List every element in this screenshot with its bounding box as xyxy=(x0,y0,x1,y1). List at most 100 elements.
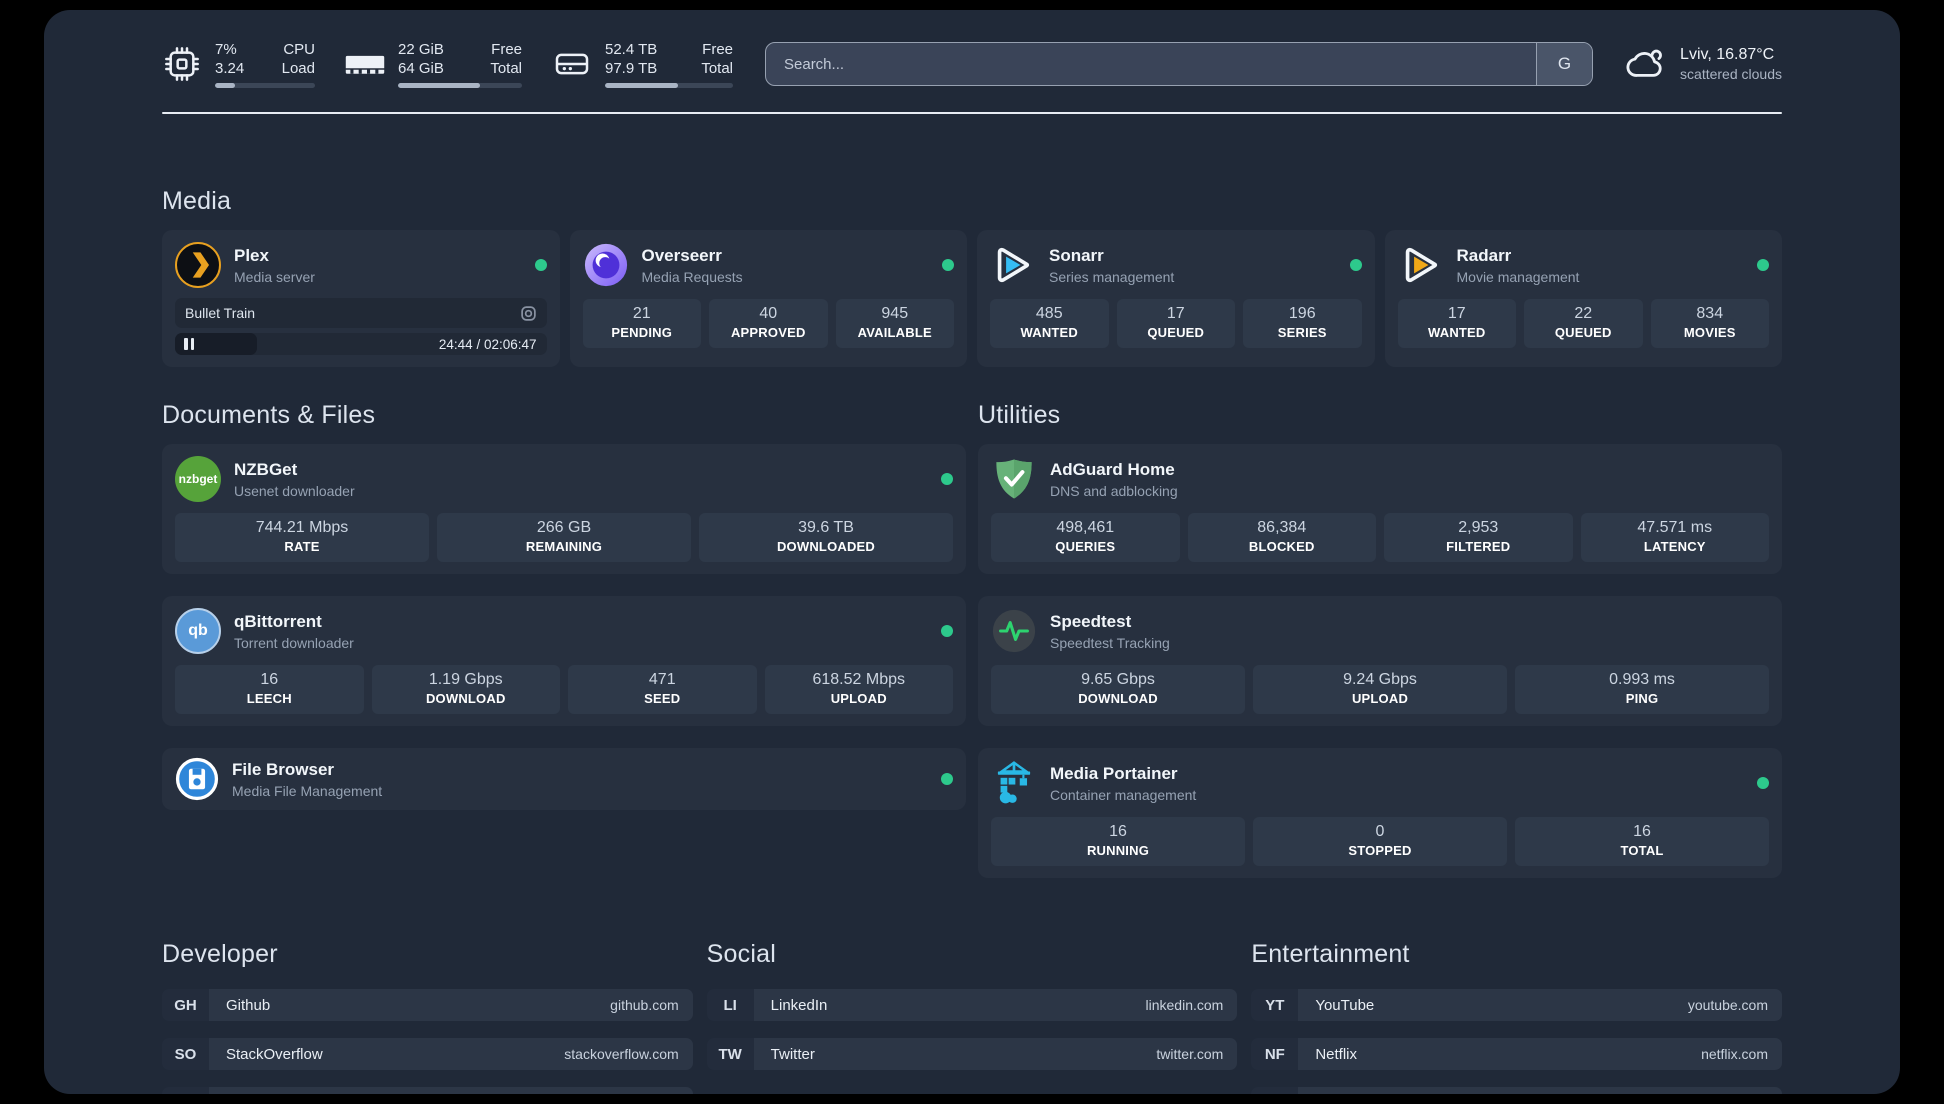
service-name: File Browser xyxy=(232,759,335,779)
nzbget-icon: nzbget xyxy=(175,456,221,502)
bookmark-abbr: NF xyxy=(1251,1038,1299,1070)
service-name: qBittorrent xyxy=(234,611,322,631)
status-dot xyxy=(941,773,953,785)
media-grid: Plex Media server Bullet Train 24:44 / 0… xyxy=(162,230,1782,367)
bookmark-name: Github xyxy=(226,996,271,1014)
memory-progress-fill xyxy=(398,83,480,88)
service-card-radarr[interactable]: Radarr Movie management 17 WANTED 22 QUE… xyxy=(1384,230,1782,367)
search-bar: G xyxy=(765,42,1594,86)
bookmark-dev[interactable]: DT DEV dev.to xyxy=(162,1087,693,1094)
stat-tile: 618.52 Mbps UPLOAD xyxy=(764,665,953,714)
service-card-sonarr[interactable]: Sonarr Series management 485 WANTED 17 Q… xyxy=(977,230,1375,367)
bookmark-name: StackOverflow xyxy=(226,1045,323,1063)
service-name: Radarr xyxy=(1456,245,1512,265)
bookmark-linkedin[interactable]: LI LinkedIn linkedin.com xyxy=(706,989,1238,1021)
section-title-developer: Developer xyxy=(162,940,278,968)
status-dot xyxy=(534,259,547,271)
section-title-social: Social xyxy=(706,940,776,968)
bookmark-url: twitter.com xyxy=(1156,1046,1224,1062)
stat-tile: 16 TOTAL xyxy=(1515,817,1769,866)
bookmark-abbr: LI xyxy=(706,989,754,1021)
bookmark-name: Netflix xyxy=(1315,1045,1358,1063)
bookmark-twitter[interactable]: TW Twitter twitter.com xyxy=(706,1038,1238,1070)
service-card-nzbget[interactable]: nzbget NZBGet Usenet downloader 744.21 M… xyxy=(162,444,966,574)
stat-tile: 40 APPROVED xyxy=(709,299,828,348)
stat-tile: 21 PENDING xyxy=(582,299,701,348)
cloud-icon xyxy=(1625,43,1667,85)
stat-tile: 834 MOVIES xyxy=(1650,299,1769,348)
plex-icon xyxy=(175,242,221,288)
service-card-adguard[interactable]: AdGuard Home DNS and adblocking 498,461 … xyxy=(978,444,1782,574)
playback-time: 24:44 / 02:06:47 xyxy=(438,336,537,352)
stat-tile: 16 RUNNING xyxy=(991,817,1245,866)
stat-tile: 2,953 FILTERED xyxy=(1384,513,1573,562)
disk-values: 52.4 TB 97.9 TB xyxy=(605,41,658,77)
bookmark-abbr: SO xyxy=(162,1038,209,1070)
bookmark-stackoverflow[interactable]: SO StackOverflow stackoverflow.com xyxy=(162,1038,693,1070)
now-playing-title: Bullet Train xyxy=(185,305,256,321)
section-title-utilities: Utilities xyxy=(978,401,1061,429)
sonarr-icon xyxy=(990,242,1036,288)
playback-progress-bar: 24:44 / 02:06:47 xyxy=(175,333,547,355)
service-description: Media File Management xyxy=(232,782,383,799)
search-provider-button[interactable]: G xyxy=(1536,43,1593,85)
service-card-speedtest[interactable]: Speedtest Speedtest Tracking 9.65 Gbps D… xyxy=(978,596,1782,726)
stat-tile: 9.65 Gbps DOWNLOAD xyxy=(991,665,1245,714)
stat-tile: 86,384 BLOCKED xyxy=(1187,513,1376,562)
disk-icon xyxy=(552,44,592,84)
bookmark-url: netflix.com xyxy=(1701,1046,1768,1062)
cpu-icon xyxy=(162,44,202,84)
bookmark-reddit[interactable]: RE Reddit reddit.com xyxy=(1251,1087,1782,1094)
stat-tile: 1.19 Gbps DOWNLOAD xyxy=(371,665,560,714)
qbittorrent-icon: qb xyxy=(175,608,221,654)
bookmark-github[interactable]: GH Github github.com xyxy=(162,989,693,1021)
section-title-entertainment: Entertainment xyxy=(1251,940,1410,968)
service-card-overseerr[interactable]: Overseerr Media Requests 21 PENDING 40 A… xyxy=(569,230,967,367)
bookmark-netflix[interactable]: NF Netflix netflix.com xyxy=(1251,1038,1782,1070)
speedtest-icon xyxy=(991,608,1037,654)
radarr-icon xyxy=(1398,242,1444,288)
disk-labels: Free Total xyxy=(701,41,733,77)
disk-progress-fill xyxy=(605,83,678,88)
disk-widget: 52.4 TB 97.9 TB Free Total xyxy=(552,40,733,88)
status-dot xyxy=(1757,259,1769,271)
section-title-media: Media xyxy=(162,187,232,215)
session-icon xyxy=(520,305,537,322)
stat-tile: 744.21 Mbps RATE xyxy=(175,513,429,562)
dashboard: 7% 3.24 CPU Load 22 GiB 64 GiB Free Tota… xyxy=(44,10,1900,1094)
cpu-progress-fill xyxy=(215,83,235,88)
service-card-qbittorrent[interactable]: qb qBittorrent Torrent downloader 16 LEE… xyxy=(162,596,966,726)
topbar-divider xyxy=(162,112,1782,114)
service-name: Media Portainer xyxy=(1050,763,1178,783)
service-card-plex[interactable]: Plex Media server Bullet Train 24:44 / 0… xyxy=(162,230,560,367)
stat-tile: 0 STOPPED xyxy=(1253,817,1507,866)
stat-tile: 22 QUEUED xyxy=(1524,299,1643,348)
bookmark-youtube[interactable]: YT YouTube youtube.com xyxy=(1251,989,1782,1021)
service-name: Plex xyxy=(234,245,269,265)
memory-labels: Free Total xyxy=(490,41,522,77)
search-input[interactable] xyxy=(766,43,1537,85)
memory-widget: 22 GiB 64 GiB Free Total xyxy=(345,40,522,88)
stat-tile: 16 LEECH xyxy=(175,665,364,714)
stat-tile: 498,461 QUERIES xyxy=(991,513,1180,562)
stat-tile: 266 GB REMAINING xyxy=(437,513,691,562)
plex-now-playing: Bullet Train 24:44 / 02:06:47 xyxy=(175,298,547,355)
weather-widget[interactable]: Lviv, 16.87°C scattered clouds xyxy=(1625,43,1782,85)
stat-tile: 9.24 Gbps UPLOAD xyxy=(1253,665,1507,714)
service-card-filebrowser[interactable]: File Browser Media File Management xyxy=(162,748,966,810)
stat-tile: 485 WANTED xyxy=(990,299,1109,348)
service-card-portainer[interactable]: Media Portainer Container management 16 … xyxy=(978,748,1782,878)
service-name: AdGuard Home xyxy=(1050,459,1175,479)
service-description: Container management xyxy=(1050,786,1197,803)
status-dot xyxy=(1757,777,1769,789)
bookmark-abbr: TW xyxy=(706,1038,754,1070)
system-resources: 7% 3.24 CPU Load 22 GiB 64 GiB Free Tota… xyxy=(162,40,733,88)
adguard-icon xyxy=(991,456,1037,502)
documents-column: Documents & Files nzbget NZBGet Usenet d… xyxy=(162,401,966,810)
disk-progress-track xyxy=(605,83,733,88)
status-dot xyxy=(942,259,954,271)
service-description: DNS and adblocking xyxy=(1050,482,1178,499)
memory-values: 22 GiB 64 GiB xyxy=(398,41,444,77)
status-dot xyxy=(941,473,953,485)
weather-condition: scattered clouds xyxy=(1680,66,1782,82)
